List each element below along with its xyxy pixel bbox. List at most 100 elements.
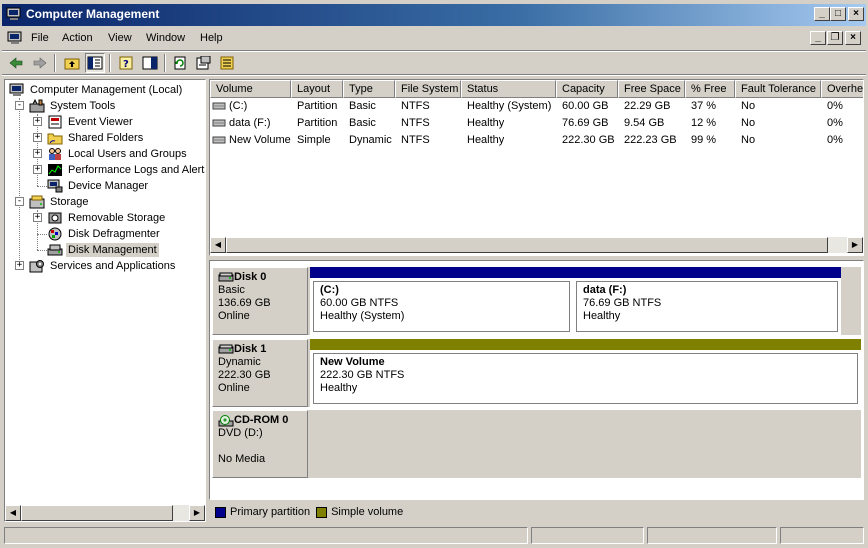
volume-row-cell[interactable]: No: [741, 132, 755, 148]
column-header-fault-tolerance[interactable]: Fault Tolerance: [735, 80, 821, 98]
scroll-right-button[interactable]: ▶: [189, 505, 205, 521]
partition-f[interactable]: data (F:) 76.69 GB NTFS Healthy: [573, 267, 841, 335]
show-hide-action-pane-button[interactable]: [140, 53, 160, 73]
refresh-button[interactable]: [170, 53, 190, 73]
disk-label[interactable]: Disk 0 Basic 136.69 GB Online: [212, 267, 308, 335]
child-restore-button[interactable]: ❐: [827, 31, 843, 45]
volume-row-cell[interactable]: NTFS: [401, 115, 430, 131]
tree-item-device-manager[interactable]: Device Manager: [47, 178, 150, 194]
toolbar: ?: [2, 52, 866, 74]
disk-row-disk-0[interactable]: Disk 0 Basic 136.69 GB Online (C:) 60.00…: [212, 267, 861, 335]
volume-row-cell[interactable]: NTFS: [401, 98, 430, 114]
volume-row-cell[interactable]: Healthy (System): [467, 98, 551, 114]
column-header-overhead[interactable]: Overhead: [821, 80, 863, 98]
child-close-button[interactable]: ×: [845, 31, 861, 45]
tree-item-performance-logs[interactable]: Performance Logs and Alerts: [47, 162, 205, 178]
volume-row-cell[interactable]: No: [741, 98, 755, 114]
collapse-storage[interactable]: -: [15, 197, 24, 206]
table-row[interactable]: New Volume: [212, 132, 291, 148]
disk-label[interactable]: Disk 1 Dynamic 222.30 GB Online: [212, 339, 308, 407]
volume-row-cell[interactable]: 222.23 GB: [624, 132, 677, 148]
expand-shared-folders[interactable]: +: [33, 133, 42, 142]
column-header-volume[interactable]: Volume: [210, 80, 291, 98]
disk-label[interactable]: CD-ROM 0 DVD (D:) No Media: [212, 410, 308, 478]
column-header-status[interactable]: Status: [461, 80, 556, 98]
volume-row-cell[interactable]: 99 %: [691, 132, 716, 148]
menu-file[interactable]: File: [31, 32, 49, 44]
volume-row-cell[interactable]: 0%: [827, 98, 843, 114]
scrollbar-thumb[interactable]: [21, 505, 173, 521]
show-hide-console-tree-button[interactable]: [85, 53, 105, 73]
close-button[interactable]: ×: [848, 7, 864, 21]
expand-performance-logs[interactable]: +: [33, 165, 42, 174]
child-minimize-button[interactable]: _: [810, 31, 826, 45]
tree-item-disk-defragmenter[interactable]: Disk Defragmenter: [47, 226, 162, 242]
properties-button[interactable]: [193, 53, 213, 73]
collapse-system-tools[interactable]: -: [15, 101, 24, 110]
column-header-capacity[interactable]: Capacity: [556, 80, 618, 98]
volume-row-cell[interactable]: Healthy: [467, 132, 504, 148]
volume-row-cell[interactable]: 22.29 GB: [624, 98, 670, 114]
tree-item-services-and-applications[interactable]: Services and Applications: [29, 258, 177, 274]
tree-item-shared-folders[interactable]: Shared Folders: [47, 130, 145, 146]
expand-local-users[interactable]: +: [33, 149, 42, 158]
tree-horizontal-scrollbar[interactable]: ◀ ▶: [5, 505, 205, 521]
volume-row-cell[interactable]: Healthy: [467, 115, 504, 131]
volume-row-cell[interactable]: 37 %: [691, 98, 716, 114]
tree-item-system-tools[interactable]: System Tools: [29, 98, 117, 114]
volume-row-cell[interactable]: Simple: [297, 132, 331, 148]
menu-window[interactable]: Window: [146, 32, 185, 44]
back-button[interactable]: [6, 53, 26, 73]
column-header-type[interactable]: Type: [343, 80, 395, 98]
scrollbar-thumb[interactable]: [226, 237, 828, 253]
volume-row-cell[interactable]: 0%: [827, 132, 843, 148]
export-list-button[interactable]: [217, 53, 237, 73]
column-header-free-space[interactable]: Free Space: [618, 80, 685, 98]
volume-row-cell[interactable]: 222.30 GB: [562, 132, 615, 148]
table-row[interactable]: data (F:): [212, 115, 271, 131]
volume-row-cell[interactable]: 76.69 GB: [562, 115, 608, 131]
disk-row-cdrom-0[interactable]: CD-ROM 0 DVD (D:) No Media: [212, 410, 861, 478]
volume-row-cell[interactable]: Basic: [349, 98, 376, 114]
scroll-right-button[interactable]: ▶: [847, 237, 863, 253]
menu-help[interactable]: Help: [200, 32, 223, 44]
volume-row-cell[interactable]: Partition: [297, 98, 337, 114]
up-one-level-button[interactable]: [62, 53, 82, 73]
expand-event-viewer[interactable]: +: [33, 117, 42, 126]
scroll-left-button[interactable]: ◀: [5, 505, 21, 521]
expand-removable-storage[interactable]: +: [33, 213, 42, 222]
help-button[interactable]: ?: [116, 53, 136, 73]
tree-item-removable-storage[interactable]: Removable Storage: [47, 210, 167, 226]
column-header-file-system[interactable]: File System: [395, 80, 461, 98]
volume-row-cell[interactable]: Basic: [349, 115, 376, 131]
minimize-button[interactable]: _: [814, 7, 830, 21]
maximize-button[interactable]: □: [830, 7, 846, 21]
volume-row-cell[interactable]: NTFS: [401, 132, 430, 148]
volume-row-cell[interactable]: 9.54 GB: [624, 115, 664, 131]
volume-row-cell[interactable]: Dynamic: [349, 132, 392, 148]
tree-item-disk-management[interactable]: Disk Management: [47, 242, 159, 258]
volume-row-cell[interactable]: No: [741, 115, 755, 131]
volume-new-volume[interactable]: New Volume 222.30 GB NTFS Healthy: [310, 339, 861, 407]
mmc-document-icon[interactable]: [7, 31, 23, 45]
tree-item-local-users-and-groups[interactable]: Local Users and Groups: [47, 146, 189, 162]
menu-action[interactable]: Action: [62, 32, 93, 44]
volume-row-cell[interactable]: 12 %: [691, 115, 716, 131]
expand-services-and-applications[interactable]: +: [15, 261, 24, 270]
tree-item-storage[interactable]: Storage: [29, 194, 91, 210]
column-header-layout[interactable]: Layout: [291, 80, 343, 98]
volume-row-cell[interactable]: 60.00 GB: [562, 98, 608, 114]
menu-view[interactable]: View: [108, 32, 132, 44]
volume-row-cell[interactable]: 0%: [827, 115, 843, 131]
volume-row-cell[interactable]: Partition: [297, 115, 337, 131]
tree-item-computer-management[interactable]: Computer Management (Local): [9, 82, 184, 98]
forward-button[interactable]: [30, 53, 50, 73]
scroll-left-button[interactable]: ◀: [210, 237, 226, 253]
volume-list-horizontal-scrollbar[interactable]: ◀ ▶: [210, 237, 863, 253]
title-bar[interactable]: Computer Management _ □ ×: [2, 4, 866, 26]
disk-row-disk-1[interactable]: Disk 1 Dynamic 222.30 GB Online New Volu…: [212, 339, 861, 407]
table-row[interactable]: (C:): [212, 98, 247, 114]
column-header-percent-free[interactable]: % Free: [685, 80, 735, 98]
tree-item-event-viewer[interactable]: Event Viewer: [47, 114, 135, 130]
partition-c[interactable]: (C:) 60.00 GB NTFS Healthy (System): [310, 267, 573, 335]
